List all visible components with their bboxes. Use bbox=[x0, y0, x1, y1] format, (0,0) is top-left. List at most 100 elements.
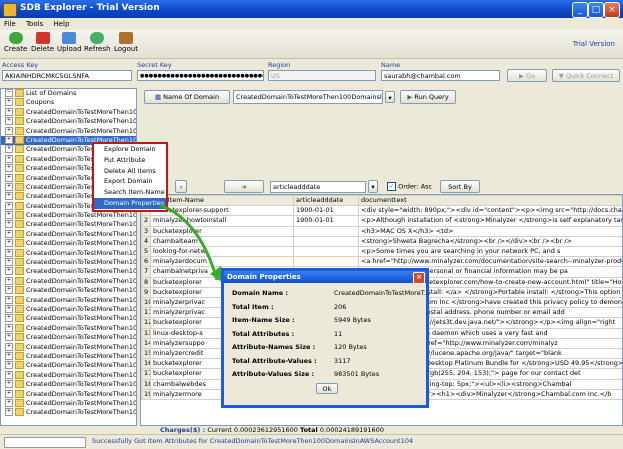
next-arrow-button[interactable]: ➜ bbox=[224, 180, 264, 193]
table-cell[interactable]: <strong>Shweta Bagrecha</strong><br /></… bbox=[359, 236, 623, 246]
folder-icon bbox=[15, 380, 24, 388]
domain-select[interactable]: CreatedDomainToTestMoreThen100DomainsInA… bbox=[233, 90, 383, 104]
chevron-down-icon[interactable]: ▾ bbox=[385, 91, 395, 103]
go-button[interactable]: ▶ Go bbox=[507, 69, 547, 82]
table-cell[interactable]: 7 bbox=[142, 267, 151, 277]
table-cell[interactable] bbox=[294, 247, 359, 257]
sort-by-button[interactable]: Sort By bbox=[440, 180, 480, 193]
table-cell[interactable] bbox=[294, 226, 359, 236]
menu-help[interactable]: Help bbox=[49, 18, 73, 30]
property-value: CreatedDomainToTestMoreT... bbox=[334, 289, 430, 297]
delete-button[interactable]: Delete bbox=[31, 32, 54, 53]
refresh-button[interactable]: Refresh bbox=[84, 32, 110, 53]
tree-item[interactable]: +CreatedDomainToTestMoreThen100 bbox=[1, 211, 136, 220]
tree-root[interactable]: −List of Domains bbox=[1, 89, 136, 98]
tree-item[interactable]: +CreatedDomainToTestMoreThen100 bbox=[1, 390, 136, 399]
table-cell[interactable]: 3 bbox=[142, 226, 151, 236]
tree-item[interactable]: +CreatedDomainToTestMoreThen100 bbox=[1, 380, 136, 389]
tree-item[interactable]: +CreatedDomainToTestMoreThen100 bbox=[1, 371, 136, 380]
tree-item[interactable]: +CreatedDomainToTestMoreThen100 bbox=[1, 108, 136, 117]
tree-item[interactable]: +CreatedDomainToTestMoreThen100 bbox=[1, 333, 136, 342]
table-cell[interactable]: 13 bbox=[142, 328, 151, 338]
table-cell[interactable]: 1900-01-01 bbox=[294, 216, 359, 226]
sort-attribute-select[interactable]: articleadddate bbox=[270, 181, 366, 193]
table-cell[interactable]: 10 bbox=[142, 298, 151, 308]
run-query-button[interactable]: ▶ Run Query bbox=[400, 90, 456, 104]
tree-item[interactable]: +CreatedDomainToTestMoreThen100 bbox=[1, 220, 136, 229]
table-cell[interactable]: 1900-01-01 bbox=[294, 206, 359, 216]
progress-bar bbox=[4, 437, 86, 448]
dialog-close-icon[interactable]: × bbox=[413, 272, 425, 284]
create-button[interactable]: Create bbox=[4, 32, 27, 53]
table-cell[interactable]: 4 bbox=[142, 236, 151, 246]
column-header[interactable]: documenttext bbox=[359, 196, 623, 206]
property-value: 3117 bbox=[334, 357, 351, 365]
table-cell[interactable]: <a href="http://www.minalyzer.com/docume… bbox=[359, 257, 623, 267]
table-cell[interactable]: 16 bbox=[142, 359, 151, 369]
context-menu-item[interactable]: Explore Domain bbox=[94, 144, 166, 155]
tree-item[interactable]: +CreatedDomainToTestMoreThen100 bbox=[1, 127, 136, 136]
table-cell[interactable]: 8 bbox=[142, 277, 151, 287]
tree-item[interactable]: +CreatedDomainToTestMoreThen100 bbox=[1, 258, 136, 267]
table-cell[interactable]: 14 bbox=[142, 338, 151, 348]
name-of-domain-button[interactable]: ▦ Name Of Domain bbox=[144, 90, 230, 104]
tree-item[interactable]: +CreatedDomainToTestMoreThen100 bbox=[1, 267, 136, 276]
tree-item[interactable]: +CreatedDomainToTestMoreThen100 bbox=[1, 314, 136, 323]
table-cell[interactable]: 11 bbox=[142, 308, 151, 318]
menu-file[interactable]: File bbox=[0, 18, 20, 30]
domain-tree[interactable]: −List of Domains +Coupons+CreatedDomainT… bbox=[0, 88, 137, 426]
context-menu-item[interactable]: Export Domain bbox=[94, 176, 166, 187]
table-cell[interactable]: 6 bbox=[142, 257, 151, 267]
tree-item[interactable]: +CreatedDomainToTestMoreThen100 bbox=[1, 249, 136, 258]
tree-item[interactable]: +CreatedDomainToTestMoreThen100 bbox=[1, 277, 136, 286]
tree-item[interactable]: +CreatedDomainToTestMoreThen100 bbox=[1, 117, 136, 126]
context-menu-item[interactable]: Put Attribute bbox=[94, 155, 166, 166]
table-cell[interactable]: 2 bbox=[142, 216, 151, 226]
tree-item[interactable]: +CreatedDomainToTestMoreThen100 bbox=[1, 343, 136, 352]
table-cell[interactable]: 9 bbox=[142, 287, 151, 297]
order-asc-checkbox[interactable]: ✓ Order: Asc bbox=[387, 182, 432, 191]
trial-version-link[interactable]: Trial Version bbox=[573, 40, 615, 48]
table-cell[interactable]: 18 bbox=[142, 379, 151, 389]
tree-item[interactable]: +CreatedDomainToTestMoreThen100 bbox=[1, 239, 136, 248]
sort-dropdown-icon[interactable]: ▾ bbox=[368, 180, 378, 193]
name-field[interactable]: saurabh@chambal.com bbox=[381, 70, 500, 81]
tree-item[interactable]: +CreatedDomainToTestMoreThen100 bbox=[1, 352, 136, 361]
region-select[interactable]: US bbox=[268, 70, 376, 81]
maximize-button[interactable]: □ bbox=[588, 2, 604, 18]
tree-item[interactable]: +CreatedDomainToTestMoreThen100 bbox=[1, 361, 136, 370]
prev-button[interactable]: ‹ bbox=[175, 180, 187, 193]
context-menu-item[interactable]: Search Item-Name bbox=[94, 187, 166, 198]
table-cell[interactable]: 15 bbox=[142, 349, 151, 359]
minimize-button[interactable]: _ bbox=[572, 2, 588, 18]
ok-button[interactable]: Ok bbox=[316, 383, 338, 394]
menu-tools[interactable]: Tools bbox=[22, 18, 47, 30]
table-cell[interactable]: 5 bbox=[142, 247, 151, 257]
upload-button[interactable]: Upload bbox=[57, 32, 82, 53]
table-cell[interactable]: 19 bbox=[142, 389, 151, 399]
tree-item[interactable]: +CreatedDomainToTestMoreThen100 bbox=[1, 305, 136, 314]
tree-item[interactable]: +Coupons bbox=[1, 98, 136, 107]
table-cell[interactable]: <h3>MAC OS X</h3> <td> bbox=[359, 226, 623, 236]
expand-icon: + bbox=[5, 267, 13, 275]
tree-item[interactable]: +CreatedDomainToTestMoreThen100 bbox=[1, 296, 136, 305]
secret-key-field[interactable]: ●●●●●●●●●●●●●●●●●●●●●●●●●●●●●●●●●●●●●●●● bbox=[137, 70, 264, 81]
context-menu-item[interactable]: Delete All Items bbox=[94, 166, 166, 177]
table-cell[interactable] bbox=[294, 236, 359, 246]
column-header[interactable]: articleadddate bbox=[294, 196, 359, 206]
table-cell[interactable]: 12 bbox=[142, 318, 151, 328]
quick-connect-button[interactable]: ▼ Quick Connect bbox=[552, 69, 620, 82]
tree-item[interactable]: +CreatedDomainToTestMoreThen100 bbox=[1, 324, 136, 333]
close-button[interactable]: × bbox=[604, 2, 620, 18]
tree-item[interactable]: +CreatedDomainToTestMoreThen100 bbox=[1, 286, 136, 295]
tree-item[interactable]: +CreatedDomainToTestMoreThen100 bbox=[1, 399, 136, 408]
table-cell[interactable]: <p>Some times you are searching in your … bbox=[359, 247, 623, 257]
access-key-field[interactable]: AKIAINHDRCMKC5GLSNFA bbox=[2, 70, 132, 81]
table-cell[interactable]: <div style="width: 890px;"><div id="cont… bbox=[359, 206, 623, 216]
table-cell[interactable]: <p>Although installation of <strong>Mina… bbox=[359, 216, 623, 226]
tree-item[interactable]: +CreatedDomainToTestMoreThen100 bbox=[1, 230, 136, 239]
table-cell[interactable] bbox=[294, 257, 359, 267]
table-cell[interactable]: 17 bbox=[142, 369, 151, 379]
tree-item[interactable]: +CreatedDomainToTestMoreThen100 bbox=[1, 408, 136, 417]
logout-button[interactable]: Logout bbox=[114, 32, 138, 53]
